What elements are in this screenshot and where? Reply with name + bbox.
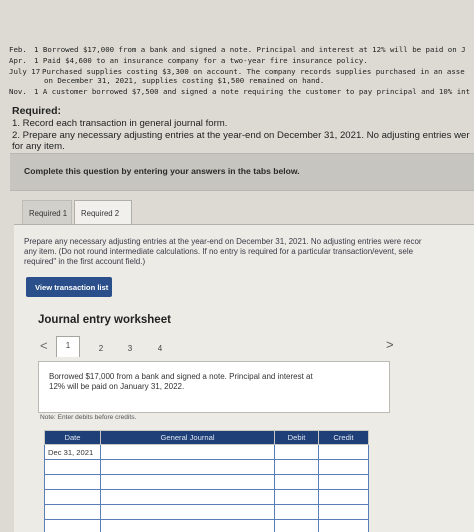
account-select[interactable] (100, 444, 275, 460)
credit-input[interactable] (318, 489, 369, 505)
required-item-1: 1. Record each transaction in general jo… (12, 118, 228, 129)
problem-line-text: 1 A customer borrowed $7,500 and signed … (34, 87, 471, 96)
instruction-line: Prepare any necessary adjusting entries … (24, 237, 422, 246)
button-label: View transaction list (35, 283, 109, 292)
date-select[interactable] (44, 519, 101, 532)
table-row (44, 474, 369, 490)
table-row: Dec 31, 2021 (44, 444, 369, 460)
table-row (44, 459, 369, 475)
page-1-button[interactable]: 1 (56, 336, 80, 357)
table-row (44, 519, 369, 532)
table-row (44, 489, 369, 505)
date-select[interactable]: Dec 31, 2021 (44, 444, 101, 460)
debit-input[interactable] (274, 504, 319, 520)
credit-input[interactable] (318, 504, 369, 520)
transaction-description-line: 12% will be paid on January 31, 2022. (49, 382, 185, 391)
date-select[interactable] (44, 504, 101, 520)
assignment-page: Feb. 1 Borrowed $17,000 from a bank and … (0, 0, 474, 532)
worksheet-title: Journal entry worksheet (38, 314, 171, 326)
credit-input[interactable] (318, 444, 369, 460)
table-header-row: Date General Journal Debit Credit (44, 430, 369, 445)
page-number: 3 (127, 344, 133, 353)
tab-label: Required 2 (81, 209, 120, 218)
credit-input[interactable] (318, 519, 369, 532)
page-4-button[interactable]: 4 (149, 340, 171, 356)
credit-input[interactable] (318, 474, 369, 490)
chevron-left-icon[interactable]: < (40, 338, 48, 353)
debit-input[interactable] (274, 519, 319, 532)
debit-input[interactable] (274, 444, 319, 460)
debit-credit-note: Note: Enter debits before credits. (40, 414, 137, 421)
debit-input[interactable] (274, 489, 319, 505)
problem-line-text: Purchased supplies costing $3,300 on acc… (42, 67, 465, 76)
view-transaction-list-button[interactable]: View transaction list (26, 277, 112, 297)
page-number: 4 (157, 344, 163, 353)
debit-input[interactable] (274, 474, 319, 490)
date-select[interactable] (44, 489, 101, 505)
page-number: 2 (98, 344, 104, 353)
problem-line-label: Nov. (9, 87, 27, 96)
required-title: Required: (12, 105, 62, 117)
account-select[interactable] (100, 474, 275, 490)
column-header-credit: Credit (318, 430, 369, 445)
credit-input[interactable] (318, 459, 369, 475)
tab-required-1[interactable]: Required 1 (22, 200, 72, 225)
instruction-line: required" in the first account field.) (24, 257, 146, 266)
column-header-debit: Debit (274, 430, 319, 445)
account-select[interactable] (100, 504, 275, 520)
chevron-right-icon[interactable]: > (386, 337, 394, 352)
transaction-description-line: Borrowed $17,000 from a bank and signed … (49, 372, 313, 381)
account-select[interactable] (100, 489, 275, 505)
worksheet-pager: < 1 2 3 4 (38, 336, 178, 357)
tab-label: Required 1 (29, 209, 68, 218)
page-2-button[interactable]: 2 (90, 340, 112, 356)
table-row (44, 504, 369, 520)
instruction-line: any item. (Do not round intermediate cal… (24, 247, 414, 256)
journal-entry-table: Date General Journal Debit Credit Dec 31… (44, 430, 369, 532)
transaction-description-box: Borrowed $17,000 from a bank and signed … (38, 361, 390, 413)
column-header-general-journal: General Journal (100, 430, 275, 445)
page-number: 1 (65, 341, 71, 350)
required-item-2: 2. Prepare any necessary adjusting entri… (12, 130, 470, 141)
column-header-date: Date (44, 430, 101, 445)
problem-line-label: Apr. (9, 56, 27, 65)
debit-input[interactable] (274, 459, 319, 475)
tab-required-2[interactable]: Required 2 (74, 200, 132, 225)
required-item-2-cont: for any item. (12, 141, 65, 152)
problem-line-label: July 17 (9, 67, 41, 76)
problem-line-text: 1 Paid $4,600 to an insurance company fo… (34, 56, 368, 65)
problem-line-text: on December 31, 2021, supplies costing $… (44, 76, 325, 85)
account-select[interactable] (100, 459, 275, 475)
date-select[interactable] (44, 459, 101, 475)
problem-line-label: Feb. (9, 45, 27, 54)
date-select[interactable] (44, 474, 101, 490)
banner-text: Complete this question by entering your … (24, 166, 300, 176)
account-select[interactable] (100, 519, 275, 532)
problem-line-text: 1 Borrowed $17,000 from a bank and signe… (34, 45, 466, 54)
page-3-button[interactable]: 3 (119, 340, 141, 356)
instruction-banner: Complete this question by entering your … (10, 153, 474, 191)
